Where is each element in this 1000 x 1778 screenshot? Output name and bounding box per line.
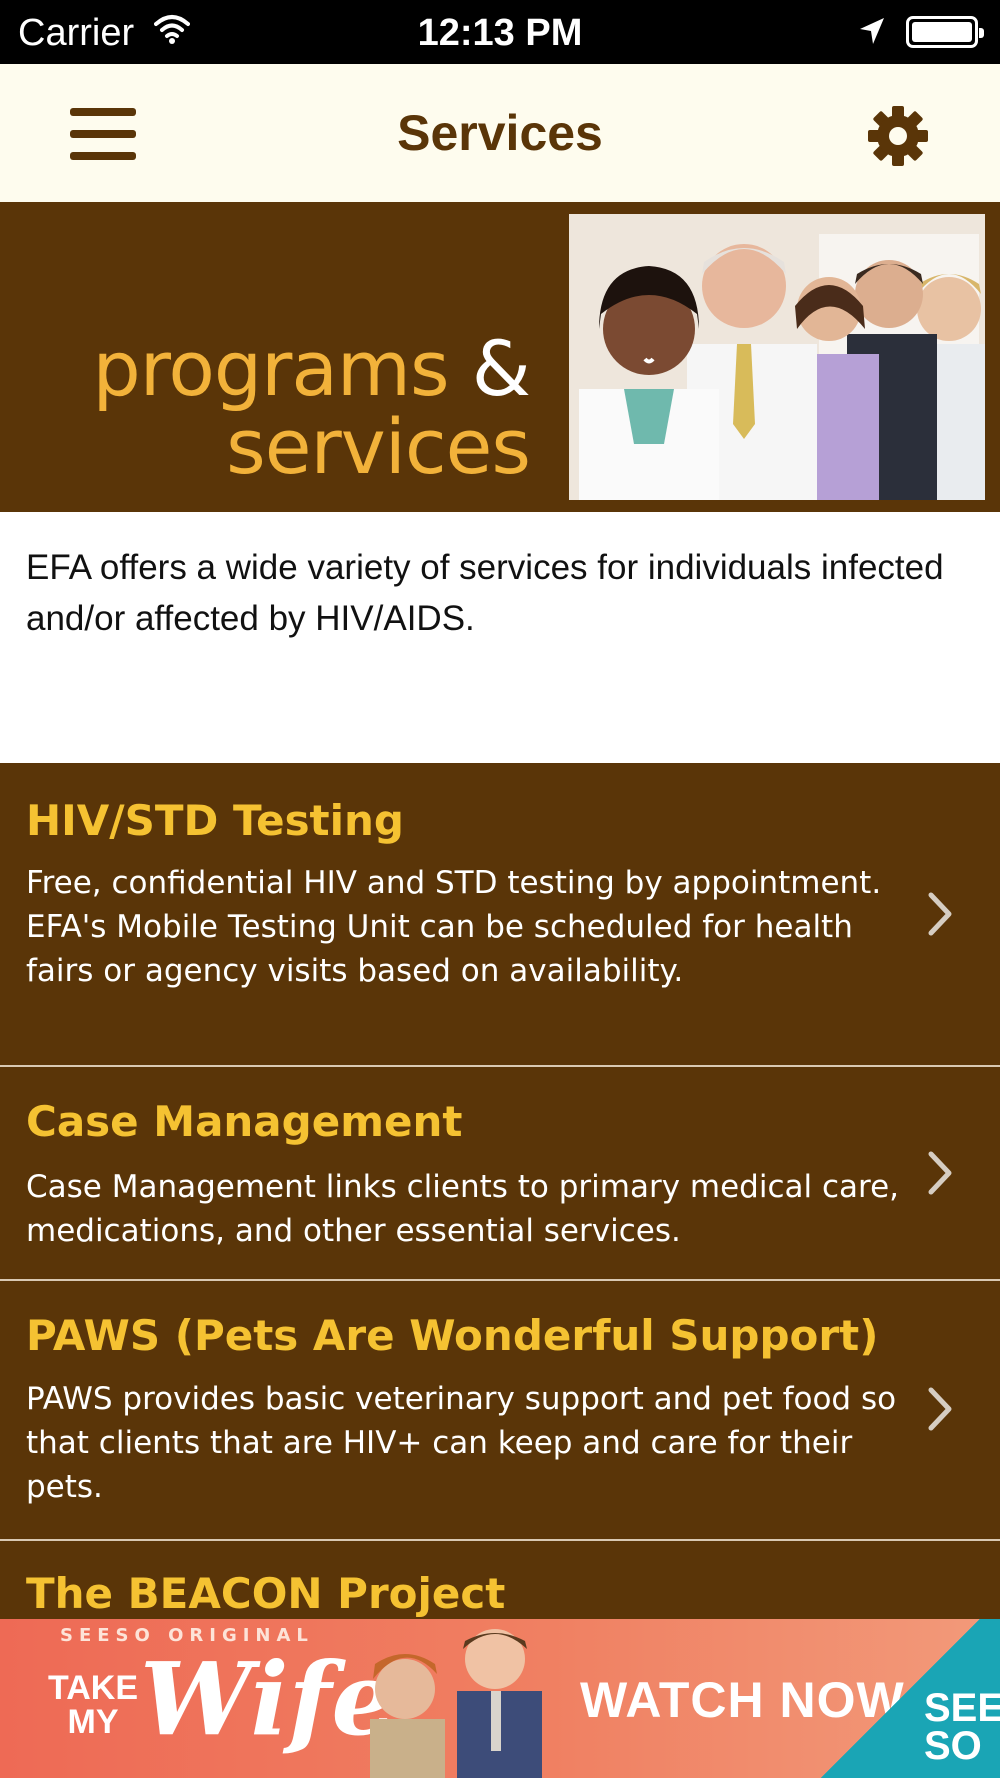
banner-heading: programs & services: [93, 330, 531, 486]
ad-people-image: [345, 1619, 575, 1778]
chevron-right-icon: [925, 1150, 955, 1196]
service-title: PAWS (Pets Are Wonderful Support): [26, 1311, 879, 1360]
service-title: The BEACON Project: [26, 1569, 506, 1618]
battery-icon: [906, 16, 984, 48]
list-item-hiv-std-testing[interactable]: HIV/STD Testing Free, confidential HIV a…: [0, 763, 1000, 1067]
location-arrow-icon: [858, 16, 886, 51]
clock: 12:13 PM: [417, 12, 583, 54]
service-title: Case Management: [26, 1097, 463, 1146]
intro-text: EFA offers a wide variety of services fo…: [26, 548, 944, 638]
page-title: Services: [397, 105, 603, 161]
medical-staff-photo: [569, 214, 985, 500]
seeso-logo: SEE SO: [924, 1688, 1000, 1768]
ad-take-my: TAKE MY: [38, 1671, 148, 1739]
service-description: PAWS provides basic veterinary support a…: [26, 1381, 897, 1505]
navigation-bar: Services: [0, 64, 1000, 202]
service-description: Free, confidential HIV and STD testing b…: [26, 865, 882, 989]
seeso-bottom: SO: [924, 1724, 982, 1768]
status-bar: Carrier 12:13 PM: [0, 0, 1000, 64]
list-item-beacon-project[interactable]: The BEACON Project: [0, 1541, 1000, 1619]
service-description: Case Management links clients to primary…: [26, 1169, 900, 1249]
ad-take-word: TAKE: [47, 1669, 139, 1707]
chevron-right-icon: [925, 1386, 955, 1432]
chevron-right-icon: [925, 891, 955, 937]
list-item-paws[interactable]: PAWS (Pets Are Wonderful Support) PAWS p…: [0, 1281, 1000, 1541]
ad-my-word: MY: [67, 1703, 119, 1741]
banner-line-programs: programs: [92, 324, 450, 413]
service-title: HIV/STD Testing: [26, 796, 404, 845]
services-list: HIV/STD Testing Free, confidential HIV a…: [0, 763, 1000, 1619]
banner-ampersand: &: [471, 324, 531, 413]
gear-icon[interactable]: [866, 104, 930, 168]
banner-line-services: services: [226, 402, 531, 491]
list-item-case-management[interactable]: Case Management Case Management links cl…: [0, 1067, 1000, 1281]
programs-services-banner: programs & services: [0, 202, 1000, 512]
advertisement-banner[interactable]: SEESO ORIGINAL TAKE MY Wife WATCH NOW SE…: [0, 1619, 1000, 1778]
